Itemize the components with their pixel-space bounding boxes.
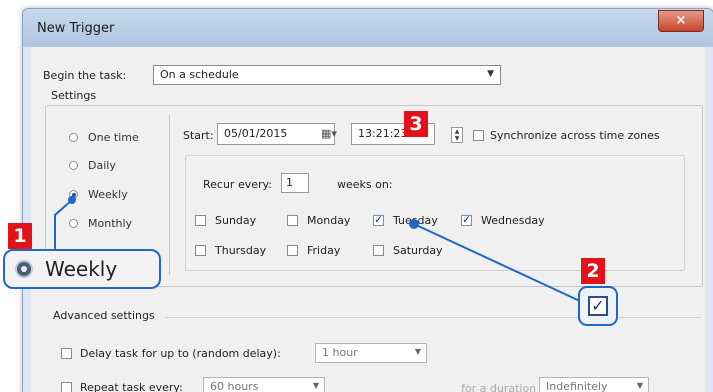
repeat-task-checkbox[interactable] — [61, 382, 72, 392]
day-checkbox[interactable] — [195, 245, 206, 256]
delay-task-label: Delay task for up to (random delay): — [80, 347, 281, 360]
new-trigger-dialog: New Trigger × Begin the task: On a sched… — [22, 8, 713, 392]
dialog-client-area: Begin the task: On a schedule ▼ Settings… — [31, 47, 705, 392]
day-tuesday[interactable]: Tuesday — [373, 213, 438, 227]
close-icon[interactable]: × — [676, 13, 687, 28]
radio-button-selected-icon[interactable] — [69, 190, 78, 199]
radio-monthly[interactable]: Monthly — [69, 217, 132, 230]
recur-every-label: Recur every: — [203, 178, 272, 191]
radio-label: Monthly — [88, 217, 133, 230]
start-date-value: 05/01/2015 — [224, 127, 288, 140]
calendar-dropdown-icon[interactable]: ▦▾ — [321, 127, 337, 140]
dialog-title: New Trigger — [37, 21, 115, 36]
chevron-down-icon: ▼ — [636, 381, 643, 390]
day-label: Saturday — [393, 244, 443, 257]
day-checkbox[interactable] — [195, 215, 206, 226]
delay-task-option[interactable]: Delay task for up to (random delay): — [61, 347, 281, 360]
day-label: Monday — [307, 214, 351, 227]
begin-task-label: Begin the task: — [43, 69, 127, 82]
day-monday[interactable]: Monday — [287, 214, 350, 227]
duration-value: Indefinitely — [546, 380, 608, 392]
close-button[interactable]: × — [658, 10, 704, 32]
day-label: Tuesday — [393, 214, 438, 227]
recur-every-value: 1 — [286, 176, 293, 189]
radio-selected-icon[interactable] — [15, 260, 33, 278]
advanced-settings-label: Advanced settings — [53, 309, 155, 322]
sync-timezones-checkbox[interactable] — [473, 130, 484, 141]
weeks-on-label: weeks on: — [337, 178, 393, 191]
day-checkbox[interactable] — [373, 245, 384, 256]
start-label: Start: — [183, 129, 214, 142]
duration-select[interactable]: Indefinitely ▼ — [539, 377, 649, 392]
day-thursday[interactable]: Thursday — [195, 244, 266, 257]
radio-one-time[interactable]: One time — [69, 131, 139, 144]
callout-badge-2: 2 — [581, 258, 605, 284]
day-checkbox-checked[interactable] — [373, 213, 384, 226]
radio-label: Daily — [88, 159, 116, 172]
sync-timezones-option[interactable]: Synchronize across time zones — [473, 129, 660, 142]
zoom-weekly-label: Weekly — [45, 257, 118, 281]
callout-badge-3: 3 — [404, 111, 428, 137]
radio-button-icon[interactable] — [69, 219, 78, 228]
callout-badge-1: 1 — [8, 223, 32, 249]
radio-daily[interactable]: Daily — [69, 159, 116, 172]
chevron-down-icon: ▼ — [487, 69, 494, 79]
radio-label: Weekly — [88, 188, 128, 201]
title-bar: New Trigger × — [23, 9, 713, 47]
start-date-picker[interactable]: 05/01/2015 — [217, 123, 335, 145]
zoom-weekly-radio[interactable]: Weekly — [3, 249, 161, 289]
day-label: Thursday — [215, 244, 267, 257]
day-sunday[interactable]: Sunday — [195, 214, 256, 227]
day-label: Friday — [307, 244, 341, 257]
screenshot-stage: New Trigger × Begin the task: On a sched… — [0, 0, 713, 392]
day-label: Wednesday — [481, 214, 545, 227]
day-checkbox[interactable] — [287, 215, 298, 226]
begin-task-select[interactable]: On a schedule ▼ — [153, 65, 501, 85]
recur-every-input[interactable]: 1 — [281, 173, 309, 193]
chevron-down-icon: ▼ — [312, 381, 319, 390]
checkmark-icon[interactable]: ✓ — [588, 296, 608, 316]
day-wednesday[interactable]: Wednesday — [461, 213, 545, 227]
day-saturday[interactable]: Saturday — [373, 244, 443, 257]
sync-timezones-label: Synchronize across time zones — [490, 129, 660, 142]
day-friday[interactable]: Friday — [287, 244, 340, 257]
chevron-down-icon: ▼ — [414, 347, 421, 356]
repeat-interval-select[interactable]: 60 hours ▼ — [203, 377, 325, 392]
advanced-divider — [165, 317, 701, 318]
radio-button-icon[interactable] — [69, 133, 78, 142]
delay-task-checkbox[interactable] — [61, 348, 72, 359]
time-spinner-icon[interactable]: ▲ ▼ — [451, 127, 463, 143]
day-checkbox[interactable] — [287, 245, 298, 256]
delay-duration-select[interactable]: 1 hour ▼ — [315, 343, 427, 363]
radio-button-icon[interactable] — [69, 161, 78, 170]
repeat-task-option[interactable]: Repeat task every: — [61, 381, 183, 392]
delay-duration-value: 1 hour — [322, 346, 358, 359]
repeat-task-label: Repeat task every: — [80, 381, 183, 392]
settings-group-label: Settings — [51, 89, 97, 102]
radio-label: One time — [88, 131, 139, 144]
start-time-value: 13:21:23 — [358, 127, 408, 140]
radio-weekly[interactable]: Weekly — [69, 188, 128, 201]
begin-task-value: On a schedule — [160, 68, 239, 81]
zoom-checked-checkbox[interactable]: ✓ — [578, 286, 618, 326]
repeat-interval-value: 60 hours — [210, 380, 259, 392]
day-checkbox-checked[interactable] — [461, 213, 472, 226]
day-label: Sunday — [215, 214, 257, 227]
